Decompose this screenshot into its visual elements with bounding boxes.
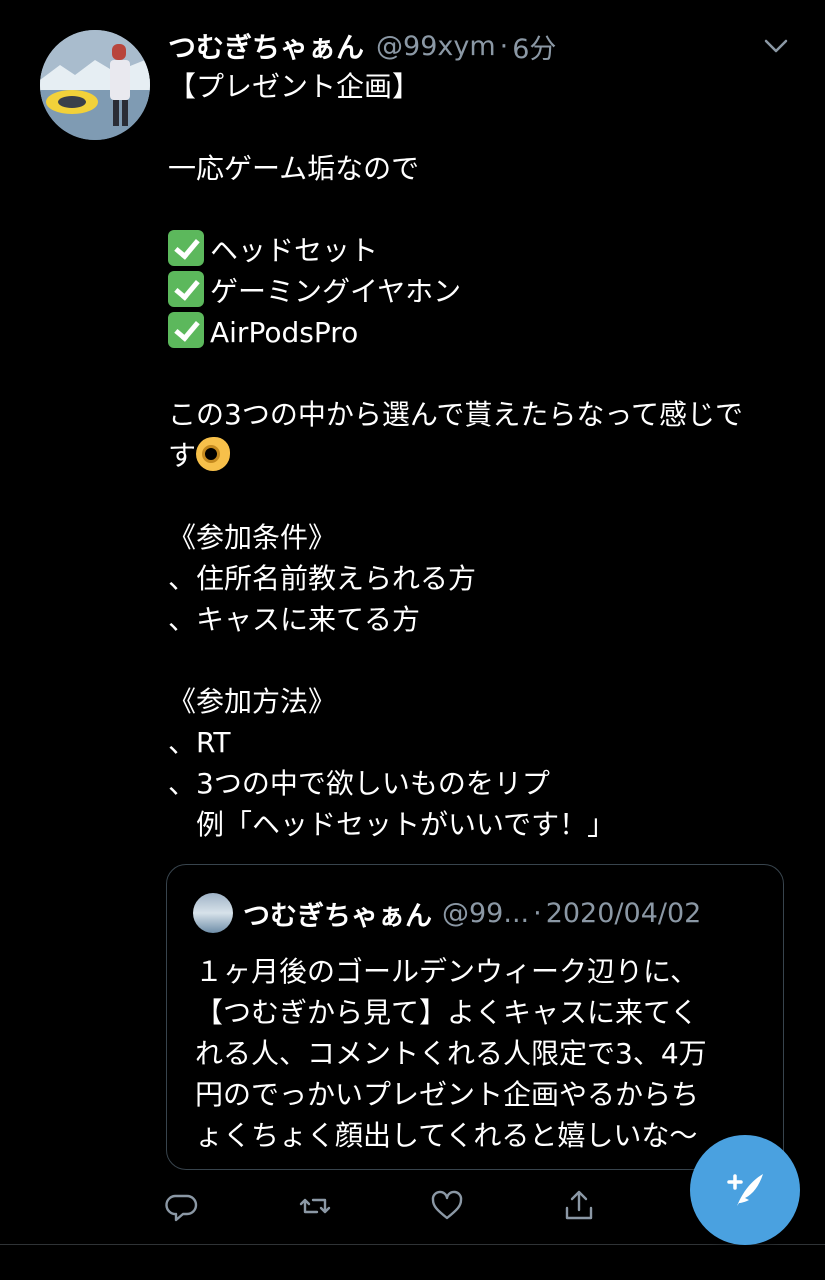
compose-tweet-button[interactable] xyxy=(690,1135,800,1245)
tweet-line: 《参加方法》 xyxy=(168,685,337,718)
retweet-icon[interactable] xyxy=(297,1188,333,1224)
quoted-line: １ヶ月後のゴールデンウィーク辺りに、 xyxy=(195,955,699,988)
quoted-line: 【つむぎから見て】よくキャスに来てく xyxy=(195,996,699,1029)
avatar[interactable] xyxy=(40,30,150,140)
compose-tweet-icon xyxy=(727,1174,763,1206)
ok-hand-icon xyxy=(196,437,231,471)
timestamp[interactable]: 6分 xyxy=(512,27,556,66)
separator-dot: · xyxy=(499,30,509,62)
user-handle[interactable]: @99xym xyxy=(376,31,496,62)
tweet-line: 、キャスに来てる方 xyxy=(168,603,421,636)
tweet-line-text: す xyxy=(168,439,197,472)
chevron-down-icon[interactable] xyxy=(760,30,792,62)
display-name[interactable]: つむぎちゃぁん xyxy=(168,26,364,66)
quoted-line: ょくちょく顔出してくれると嬉しいな〜 xyxy=(195,1119,698,1152)
quoted-line: 円のでっかいプレゼント企画やるからち xyxy=(195,1078,700,1111)
tweet-line: 、3つの中で欲しいものをリプ xyxy=(168,767,550,800)
tweet-line: 【プレゼント企画】 xyxy=(168,70,421,103)
tweet-text: 【プレゼント企画】 一応ゲーム垢なので ヘッドセット ゲーミングイヤホン Air… xyxy=(168,66,798,845)
share-icon[interactable] xyxy=(561,1188,597,1224)
tweet-line: 、RT xyxy=(168,726,231,759)
quoted-line: れる人、コメントくれる人限定で3、4万 xyxy=(195,1037,707,1070)
quoted-handle: @99... xyxy=(442,897,530,929)
tweet-line: この3つの中から選んで貰えたらなって感じで xyxy=(168,398,744,431)
checklist-item: ゲーミングイヤホン xyxy=(168,271,798,312)
tweet-line: す xyxy=(168,435,798,476)
checklist-label: ゲーミングイヤホン xyxy=(210,275,462,308)
heart-icon[interactable] xyxy=(429,1188,465,1224)
tweet-line: 一応ゲーム垢なので xyxy=(168,152,420,185)
tweet-line: 、住所名前教えられる方 xyxy=(168,562,477,595)
quoted-tweet[interactable]: つむぎちゃぁん @99... · 2020/04/02 １ヶ月後のゴールデンウィ… xyxy=(166,864,784,1170)
check-mark-icon xyxy=(168,230,204,266)
quoted-tweet-header: つむぎちゃぁん @99... · 2020/04/02 xyxy=(193,893,701,933)
checklist-item: ヘッドセット xyxy=(168,230,798,271)
quoted-date: 2020/04/02 xyxy=(545,897,702,929)
check-mark-icon xyxy=(168,271,204,307)
checklist-label: ヘッドセット xyxy=(210,234,379,267)
tweet-line: 《参加条件》 xyxy=(168,521,337,554)
separator-dot: · xyxy=(533,897,542,929)
quoted-avatar xyxy=(193,893,233,933)
quoted-display-name: つむぎちゃぁん xyxy=(243,900,432,932)
avatar-image xyxy=(40,30,150,140)
tweet-line: 例「ヘッドセットがいいです！」 xyxy=(168,808,616,841)
checklist-item: AirPodsPro xyxy=(168,312,798,353)
quoted-text: １ヶ月後のゴールデンウィーク辺りに、 【つむぎから見て】よくキャスに来てく れる… xyxy=(195,951,765,1156)
tweet-header: つむぎちゃぁん @99xym · 6分 xyxy=(168,26,556,66)
reply-icon[interactable] xyxy=(165,1188,201,1224)
tweet-actions xyxy=(165,1188,625,1228)
check-mark-icon xyxy=(168,312,204,348)
timeline-divider xyxy=(0,1244,825,1245)
checklist-label: AirPodsPro xyxy=(210,316,359,349)
